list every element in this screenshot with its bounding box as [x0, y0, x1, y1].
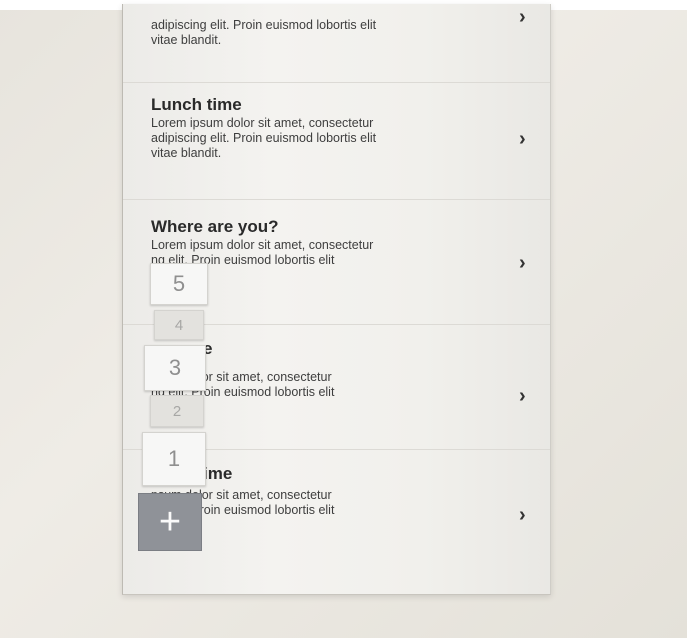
list-item[interactable]: Lunch time Lorem ipsum dolor sit amet, c…	[123, 83, 550, 200]
picker-option-1[interactable]: 1	[142, 432, 206, 486]
picker-option-5[interactable]: 5	[150, 263, 208, 305]
chevron-right-icon[interactable]: ›	[519, 385, 526, 408]
picker-option-3[interactable]: 3	[144, 345, 206, 391]
list-item-title: ime	[203, 464, 233, 483]
list-item-title: Lunch time	[151, 95, 242, 114]
add-button[interactable]: +	[138, 493, 202, 551]
list-item[interactable]: adipiscing elit. Proin euismod lobortis …	[123, 4, 550, 83]
list-item-title: Where are you?	[151, 217, 279, 236]
chevron-right-icon[interactable]: ›	[519, 504, 526, 527]
chevron-right-icon[interactable]: ›	[519, 128, 526, 151]
list-item-description: adipiscing elit. Proin euismod lobortis …	[151, 18, 377, 47]
picker-option-2[interactable]: 2	[150, 395, 204, 427]
picker-option-4[interactable]: 4	[154, 310, 204, 340]
chevron-right-icon[interactable]: ›	[519, 6, 526, 29]
chevron-right-icon[interactable]: ›	[519, 252, 526, 275]
list-item-description: Lorem ipsum dolor sit amet, consectetur …	[151, 116, 377, 160]
